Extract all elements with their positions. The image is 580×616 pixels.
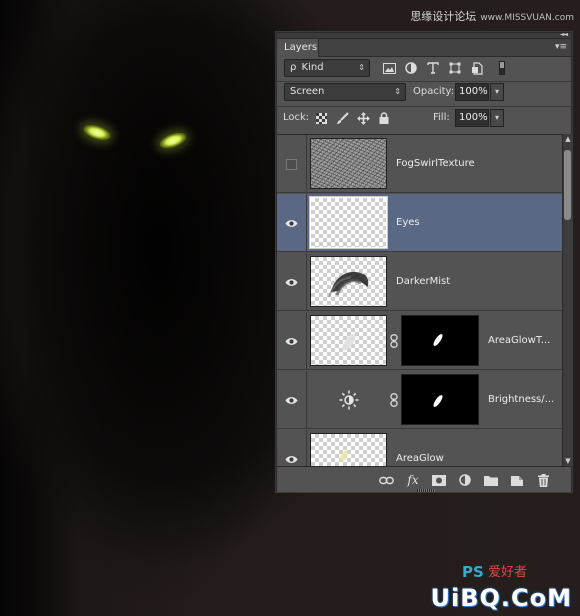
- fill-slider-toggle[interactable]: ▾: [490, 109, 504, 127]
- divider: [277, 81, 571, 82]
- opacity-input[interactable]: 100%: [455, 83, 489, 101]
- image-filter-icon[interactable]: [381, 60, 397, 76]
- scroll-up-icon[interactable]: ▲: [563, 134, 573, 144]
- visibility-toggle[interactable]: [277, 135, 307, 193]
- tab-layers[interactable]: Layers: [277, 39, 319, 57]
- link-layers-icon[interactable]: [378, 472, 394, 488]
- watermark-top-cn: 思缘设计论坛: [410, 10, 477, 23]
- layer-row-areaglowtexture[interactable]: AreaGlowT...: [277, 312, 562, 370]
- dark-figure-silhouette: [28, 0, 278, 616]
- blend-row: Screen ⇕ Opacity: 100% ▾: [281, 83, 567, 103]
- layer-filter-row: ρ Kind ⇕: [281, 59, 567, 79]
- new-layer-icon[interactable]: [509, 472, 525, 488]
- layer-row-fogswirltexture[interactable]: FogSwirlTexture: [277, 135, 562, 193]
- lock-position-icon[interactable]: [356, 111, 370, 125]
- layer-row-eyes[interactable]: Eyes: [277, 194, 562, 252]
- fill-input[interactable]: 100%: [455, 109, 489, 127]
- layer-name: DarkerMist: [396, 276, 451, 287]
- eye-icon: [285, 219, 298, 227]
- eye-icon: [285, 278, 298, 286]
- blend-mode-select[interactable]: Screen ⇕: [284, 83, 406, 101]
- lock-label: Lock:: [283, 112, 310, 123]
- layer-name: FogSwirlTexture: [396, 158, 475, 169]
- visibility-toggle[interactable]: [277, 312, 307, 370]
- shape-filter-icon[interactable]: [447, 60, 463, 76]
- smart-object-filter-icon[interactable]: [469, 60, 485, 76]
- visibility-toggle[interactable]: [277, 194, 307, 252]
- panel-menu-icon[interactable]: ▾≡: [555, 42, 567, 52]
- scroll-down-icon[interactable]: ▼: [563, 456, 573, 466]
- scrollbar-thumb[interactable]: [564, 150, 571, 220]
- panel-resize-grip[interactable]: [417, 489, 435, 492]
- chevron-updown-icon: ⇕: [394, 87, 401, 96]
- layers-bottom-toolbar: fx: [277, 466, 571, 492]
- lock-row: Lock: Fill: 100% ▾: [281, 109, 567, 129]
- add-mask-icon[interactable]: [431, 472, 447, 488]
- layer-thumbnail: [310, 138, 387, 189]
- layers-list: FogSwirlTexture Eyes DarkerMist AreaGlow…: [277, 134, 562, 466]
- areaglow-thumbnail-art: [340, 450, 348, 462]
- panel-tab-row: Layers ▾≡: [277, 39, 571, 57]
- visibility-toggle[interactable]: [277, 371, 307, 429]
- glow-thumbnail-art: [342, 333, 356, 351]
- delete-icon[interactable]: [535, 472, 551, 488]
- divider: [277, 106, 571, 107]
- watermark-ps: PS: [462, 563, 484, 581]
- type-filter-icon[interactable]: [425, 60, 441, 76]
- filter-kind-label: Kind: [301, 62, 324, 73]
- watermark-uibo: UiBQ.CoM: [430, 584, 572, 612]
- mask-art: [433, 334, 443, 346]
- blend-mode-value: Screen: [290, 86, 325, 97]
- search-icon: ρ: [290, 62, 297, 73]
- fx-icon[interactable]: fx: [405, 472, 421, 488]
- watermark-top: 思缘设计论坛 www.MISSVUAN.com: [410, 8, 574, 24]
- mask-art: [433, 395, 443, 407]
- layer-thumbnail: [310, 315, 387, 366]
- layer-name: Brightness/...: [488, 394, 555, 405]
- filter-toggle-switch[interactable]: [499, 61, 505, 75]
- layer-row-darkermist[interactable]: DarkerMist: [277, 253, 562, 311]
- eye-icon: [285, 396, 298, 404]
- adjustment-filter-icon[interactable]: [403, 60, 419, 76]
- layer-name: AreaGlow: [396, 453, 444, 464]
- layer-thumbnail: [310, 433, 387, 466]
- layers-scrollbar[interactable]: ▲ ▼: [562, 134, 572, 466]
- filter-kind-select[interactable]: ρ Kind ⇕: [284, 59, 370, 77]
- mist-thumbnail-art: [328, 271, 369, 298]
- layer-mask-thumbnail[interactable]: [401, 315, 479, 366]
- visibility-toggle[interactable]: [277, 253, 307, 311]
- watermark-top-url: www.MISSVUAN.com: [480, 13, 574, 23]
- lock-image-icon[interactable]: [335, 111, 349, 125]
- opacity-slider-toggle[interactable]: ▾: [490, 83, 504, 101]
- eye-icon: [285, 337, 298, 345]
- layer-row-areaglow[interactable]: AreaGlow: [277, 430, 562, 466]
- visibility-toggle[interactable]: [277, 430, 307, 466]
- layer-mask-thumbnail[interactable]: [401, 374, 479, 425]
- new-group-icon[interactable]: [483, 472, 499, 488]
- chain-link-icon[interactable]: [389, 392, 399, 408]
- eye-icon: [285, 455, 298, 463]
- watermark-bottom: PS 爱好者 UiBQ.CoM: [402, 565, 572, 613]
- watermark-cn: 爱好者: [488, 565, 528, 580]
- fill-label: Fill:: [433, 112, 450, 123]
- chain-link-icon[interactable]: [389, 333, 399, 349]
- visibility-off-box: [286, 158, 297, 170]
- layer-row-brightness[interactable]: Brightness/...: [277, 371, 562, 429]
- lock-all-icon[interactable]: [377, 111, 391, 125]
- layer-thumbnail: [310, 197, 387, 248]
- chevron-updown-icon: ⇕: [358, 63, 365, 72]
- brightness-adjustment-icon: [310, 374, 387, 425]
- layers-panel: ◄◄ Layers ▾≡ ρ Kind ⇕ Screen ⇕ Opacity: …: [276, 32, 572, 492]
- collapse-panel-icon[interactable]: ◄◄: [560, 32, 568, 38]
- lock-transparent-icon[interactable]: [314, 111, 328, 125]
- opacity-label: Opacity:: [413, 86, 455, 97]
- new-adjustment-icon[interactable]: [457, 472, 473, 488]
- layer-name: AreaGlowT...: [488, 335, 551, 346]
- layer-thumbnail: [310, 256, 387, 307]
- layer-name: Eyes: [396, 217, 420, 228]
